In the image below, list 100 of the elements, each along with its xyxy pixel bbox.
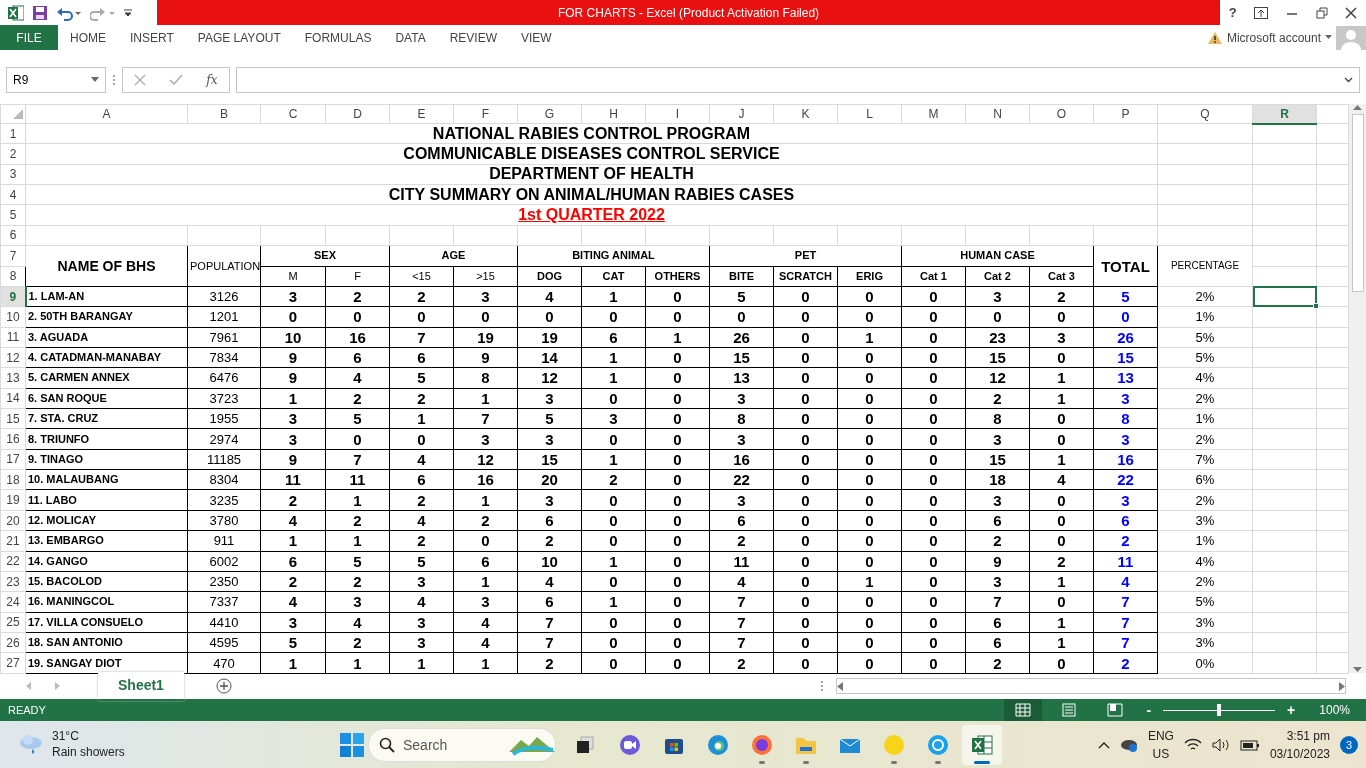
column-header[interactable]: N: [965, 104, 1030, 124]
column-header[interactable]: J: [709, 104, 774, 124]
chevron-up-icon[interactable]: [1097, 741, 1110, 749]
scroll-thumb[interactable]: [1351, 114, 1364, 292]
row-header[interactable]: 25: [0, 612, 26, 633]
fill-handle[interactable]: [1313, 303, 1319, 310]
row-header[interactable]: 19: [0, 489, 26, 511]
start-icon[interactable]: [340, 733, 364, 757]
excel-logo-icon[interactable]: [8, 4, 24, 21]
ribbon-display-icon[interactable]: [1254, 6, 1269, 19]
help-button[interactable]: ?: [1228, 2, 1237, 23]
account-menu[interactable]: Microsoft account: [1226, 28, 1321, 47]
page-break-icon[interactable]: [1107, 703, 1124, 717]
row-header[interactable]: 13: [0, 367, 26, 389]
row-header[interactable]: 4: [0, 184, 26, 205]
row-header[interactable]: 18: [0, 469, 26, 490]
zoom-level[interactable]: 100%: [1319, 701, 1350, 719]
ribbon-tab[interactable]: HOME: [58, 25, 118, 50]
row-header[interactable]: 26: [0, 632, 26, 653]
row-header[interactable]: 9: [0, 286, 26, 307]
column-header[interactable]: O: [1029, 104, 1094, 124]
column-header[interactable]: K: [773, 104, 838, 124]
row-header[interactable]: 22: [0, 551, 26, 572]
ribbon-tab[interactable]: REVIEW: [437, 25, 509, 50]
caret-icon[interactable]: [1325, 35, 1332, 40]
chevron-down-icon[interactable]: [1344, 76, 1353, 83]
row-header[interactable]: 5: [0, 204, 26, 226]
row-header[interactable]: 15: [0, 408, 26, 429]
column-header[interactable]: H: [581, 104, 646, 124]
row-header[interactable]: 12: [0, 347, 26, 368]
slider-thumb[interactable]: [1217, 704, 1222, 716]
grid-icon[interactable]: [1015, 703, 1032, 717]
column-header[interactable]: G: [517, 104, 582, 124]
column-header[interactable]: E: [389, 104, 454, 124]
ribbon-tab[interactable]: FORMULAS: [292, 25, 384, 50]
formula-input[interactable]: [236, 66, 1360, 93]
row-header[interactable]: 24: [0, 591, 26, 613]
column-header[interactable]: C: [260, 104, 326, 124]
ribbon-tab[interactable]: VIEW: [509, 25, 564, 50]
restore-icon[interactable]: [1315, 6, 1328, 19]
cloud-sync-icon[interactable]: [1119, 738, 1138, 752]
ribbon-tab[interactable]: PAGE LAYOUT: [185, 25, 293, 50]
row-header[interactable]: 21: [0, 530, 26, 552]
page-icon[interactable]: [1061, 703, 1078, 717]
save-icon[interactable]: [32, 4, 48, 21]
scroll-right-icon[interactable]: [1339, 681, 1345, 691]
check-icon[interactable]: [169, 73, 184, 86]
column-header[interactable]: F: [453, 104, 518, 124]
column-header[interactable]: B: [187, 104, 261, 124]
normal-view-button[interactable]: [1004, 699, 1043, 721]
row-header[interactable]: 6: [0, 225, 26, 246]
ribbon-tab[interactable]: DATA: [383, 25, 438, 50]
name-box[interactable]: R9: [6, 66, 106, 93]
zoom-out-button[interactable]: -: [1142, 699, 1156, 721]
ribbon-tab[interactable]: INSERT: [118, 25, 186, 50]
insert-function-button[interactable]: fx: [206, 70, 218, 89]
sheet-tab[interactable]: Sheet1: [98, 671, 184, 701]
horizontal-scrollbar[interactable]: [836, 678, 1346, 694]
scroll-up-icon[interactable]: [1353, 104, 1362, 110]
file-tab[interactable]: FILE: [0, 25, 58, 50]
selected-cell[interactable]: [1252, 286, 1317, 307]
row-header[interactable]: 11: [0, 327, 26, 348]
scroll-left-icon[interactable]: [837, 681, 843, 691]
column-header[interactable]: R: [1252, 104, 1317, 124]
row-header[interactable]: 10: [0, 306, 26, 328]
row-header[interactable]: 23: [0, 571, 26, 592]
clock-time[interactable]: 3:51 pm: [1269, 727, 1330, 745]
column-header[interactable]: L: [837, 104, 902, 124]
close-icon[interactable]: [1345, 6, 1358, 19]
column-header[interactable]: A: [25, 104, 188, 124]
battery-icon[interactable]: [1239, 739, 1260, 751]
row-header[interactable]: 14: [0, 388, 26, 409]
row-header[interactable]: 20: [0, 510, 26, 531]
customize-caret-icon[interactable]: [124, 7, 132, 18]
vertical-scrollbar[interactable]: [1349, 104, 1366, 673]
spreadsheet-icon[interactable]: [962, 725, 1002, 765]
speaker-icon[interactable]: [1211, 738, 1230, 752]
row-header[interactable]: 3: [0, 164, 26, 185]
column-header[interactable]: D: [325, 104, 390, 124]
scroll-down-icon[interactable]: [1353, 667, 1362, 673]
row-header[interactable]: 1: [0, 123, 26, 144]
clock-date[interactable]: 03/10/2023: [1269, 745, 1330, 763]
column-header[interactable]: Q: [1157, 104, 1253, 124]
notification-badge[interactable]: 3: [1340, 736, 1358, 754]
zoom-in-button[interactable]: +: [1283, 699, 1300, 721]
row-header[interactable]: 17: [0, 449, 26, 470]
row-header[interactable]: 2: [0, 143, 26, 165]
caret-icon[interactable]: [91, 77, 99, 82]
column-header[interactable]: M: [901, 104, 966, 124]
column-header[interactable]: P: [1093, 104, 1158, 124]
region-text[interactable]: US: [1147, 745, 1174, 763]
language-text[interactable]: ENG: [1147, 727, 1174, 745]
row-header[interactable]: 8: [0, 266, 26, 287]
add-sheet-icon[interactable]: [215, 678, 232, 694]
column-header[interactable]: I: [645, 104, 710, 124]
search-field[interactable]: Search: [368, 728, 556, 762]
row-header[interactable]: 16: [0, 428, 26, 450]
row-header[interactable]: 27: [0, 652, 26, 674]
wifi-icon[interactable]: [1183, 738, 1202, 752]
grip-icon[interactable]: [820, 680, 824, 692]
